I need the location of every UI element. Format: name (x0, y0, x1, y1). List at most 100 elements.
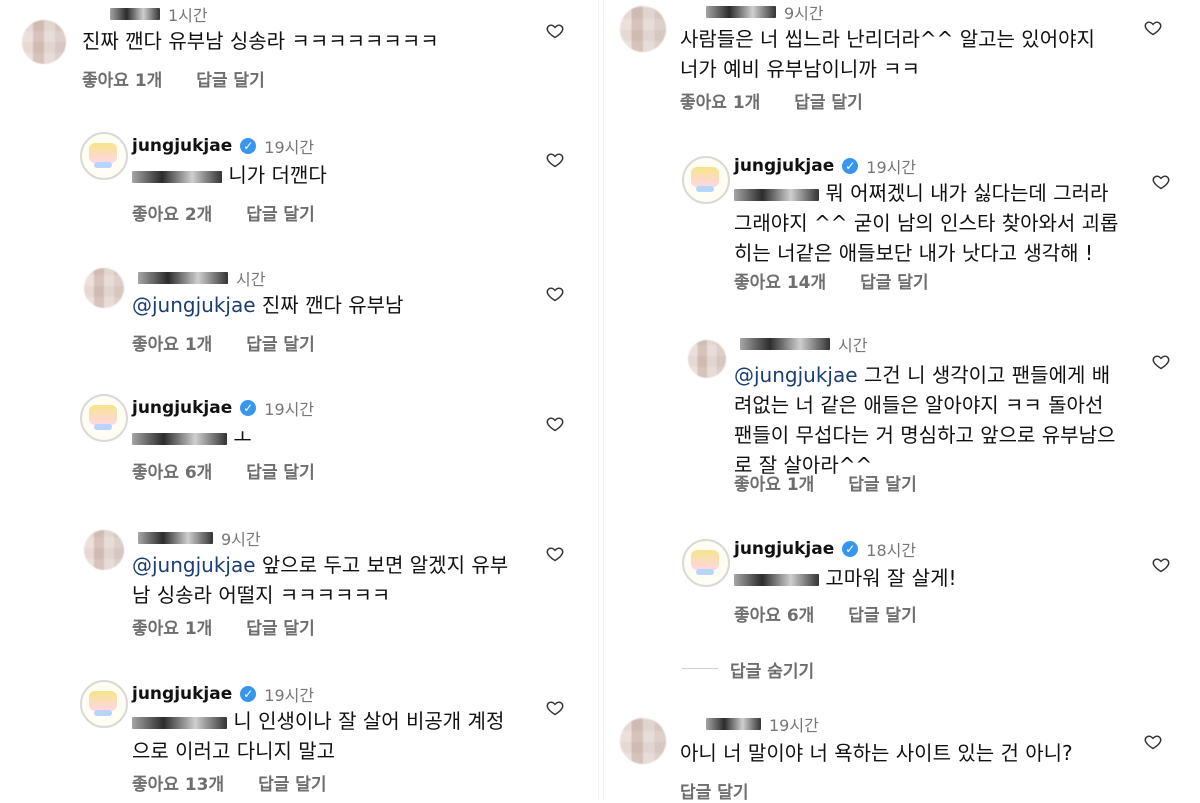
reply-item: jungjukjae ✓ 18시간 고마워 잘 살게! 좋아요 6개 답글 달기 (682, 535, 1192, 635)
likes-count[interactable]: 좋아요 1개 (734, 475, 814, 495)
heart-outline-icon[interactable] (1144, 20, 1162, 36)
heart-outline-icon[interactable] (546, 700, 564, 716)
reply-button[interactable]: 답글 달기 (246, 619, 314, 639)
reply-item: 시간 @jungjukjae 진짜 깬다 유부남 좋아요 1개 답글 달기 (80, 262, 590, 382)
likes-count[interactable]: 좋아요 1개 (132, 335, 212, 355)
reply-item: jungjukjae ✓ 19시간 니 인생이나 잘 살어 비공개 계정으로 이… (80, 676, 590, 800)
reply-item: 9시간 @jungjukjae 앞으로 두고 보면 알겠지 유부남 싱송라 어떨… (80, 522, 590, 652)
likes-count[interactable]: 좋아요 1개 (82, 71, 162, 91)
reply-item: jungjukjae ✓ 19시간 뭐 어쩌겠니 내가 싫다는데 그러라 그래야… (682, 150, 1192, 310)
reply-item: jungjukjae ✓ 19시간 니가 더깬다 좋아요 2개 답글 달기 (80, 128, 590, 248)
heart-outline-icon[interactable] (546, 286, 564, 302)
reply-button[interactable]: 답글 달기 (246, 205, 314, 225)
verified-badge-icon: ✓ (240, 400, 257, 416)
avatar[interactable] (620, 718, 666, 764)
comment-text: 뭐 어쩌겠니 내가 싫다는데 그러라 그래야지 ^^ 굳이 남의 인스타 찾아와… (734, 181, 1119, 265)
comment-actions: 좋아요 1개 답글 달기 (132, 614, 343, 639)
comment-actions: 좋아요 6개 답글 달기 (734, 601, 945, 626)
username-redacted[interactable] (706, 6, 776, 18)
reply-button[interactable]: 답글 달기 (848, 475, 916, 495)
mention-link[interactable]: @jungjukjae (132, 553, 256, 577)
heart-outline-icon[interactable] (546, 23, 564, 39)
comment-time: 시간 (838, 336, 868, 355)
reply-button[interactable]: 답글 달기 (794, 93, 862, 113)
avatar[interactable] (84, 268, 124, 308)
comment-time: 시간 (236, 270, 266, 289)
reply-button[interactable]: 답글 달기 (246, 335, 314, 355)
mention-link[interactable]: @jungjukjae (132, 293, 256, 317)
mention-redacted (734, 188, 819, 201)
username[interactable]: jungjukjae (132, 398, 232, 418)
comment-time: 19시간 (264, 686, 315, 705)
hide-replies-line (682, 668, 718, 669)
avatar[interactable] (682, 539, 730, 587)
comment-item: 1시간 진짜 깬다 유부남 싱송라 ㅋㅋㅋㅋㅋㅋㅋㅋ 좋아요 1개 답글 달기 (22, 0, 592, 100)
likes-count[interactable]: 좋아요 13개 (132, 775, 224, 795)
avatar[interactable] (22, 20, 66, 64)
comment-time: 19시간 (264, 138, 315, 157)
heart-outline-icon[interactable] (1144, 734, 1162, 750)
comment-text: @jungjukjae 진짜 깬다 유부남 (132, 293, 404, 317)
verified-badge-icon: ✓ (240, 138, 257, 154)
comment-text: 아니 너 말이야 너 욕하는 사이트 있는 건 아니? (680, 741, 1073, 765)
mention-link[interactable]: @jungjukjae (734, 363, 858, 387)
mention-redacted (132, 716, 227, 729)
comment-time: 19시간 (264, 400, 315, 419)
mention-redacted (132, 432, 227, 445)
username[interactable]: jungjukjae (734, 156, 834, 176)
reply-button[interactable]: 답글 달기 (860, 273, 928, 293)
mention-redacted (734, 573, 819, 586)
username-redacted[interactable] (706, 718, 761, 730)
comment-item: 19시간 아니 너 말이야 너 욕하는 사이트 있는 건 아니? 답글 달기 (620, 710, 1190, 803)
reply-button[interactable]: 답글 달기 (848, 606, 916, 626)
reply-button[interactable]: 답글 달기 (258, 775, 326, 795)
comment-text: 사람들은 너 씹느라 난리더라^^ 알고는 있어야지 너가 예비 유부남이니까 … (680, 27, 1095, 81)
heart-outline-icon[interactable] (1152, 174, 1170, 190)
likes-count[interactable]: 좋아요 1개 (132, 619, 212, 639)
likes-count[interactable]: 좋아요 6개 (132, 463, 212, 483)
reply-button[interactable]: 답글 달기 (246, 463, 314, 483)
avatar[interactable] (682, 156, 730, 204)
heart-outline-icon[interactable] (1152, 557, 1170, 573)
username-redacted[interactable] (138, 532, 213, 544)
avatar[interactable] (620, 6, 666, 52)
likes-count[interactable]: 좋아요 1개 (680, 93, 760, 113)
username-redacted[interactable] (138, 272, 228, 284)
heart-outline-icon[interactable] (546, 546, 564, 562)
reply-button[interactable]: 답글 달기 (196, 71, 264, 91)
username[interactable]: jungjukjae (132, 136, 232, 156)
comment-text: @jungjukjae 앞으로 두고 보면 알겠지 유부남 싱송라 어떨지 ㅋㅋ… (132, 553, 509, 607)
comment-time: 9시간 (221, 530, 261, 549)
reply-item: jungjukjae ✓ 19시간 ㅗ 좋아요 6개 답글 달기 (80, 390, 590, 510)
comment-item: 9시간 사람들은 너 씹느라 난리더라^^ 알고는 있어야지 너가 예비 유부남… (620, 0, 1190, 120)
comment-actions: 좋아요 1개 답글 달기 (132, 330, 343, 355)
username-redacted[interactable] (740, 338, 830, 350)
avatar[interactable] (84, 530, 124, 570)
comment-text: @jungjukjae 그건 니 생각이고 팬들에게 배려없는 너 같은 애들은… (734, 363, 1116, 477)
likes-count[interactable]: 좋아요 6개 (734, 606, 814, 626)
comment-actions: 좋아요 14개 답글 달기 (734, 268, 957, 293)
verified-badge-icon: ✓ (842, 158, 859, 174)
likes-count[interactable]: 좋아요 14개 (734, 273, 826, 293)
verified-badge-icon: ✓ (842, 541, 859, 557)
username[interactable]: jungjukjae (132, 684, 232, 704)
avatar[interactable] (80, 394, 128, 442)
hide-replies-button[interactable]: 답글 숨기기 (730, 657, 814, 682)
avatar[interactable] (80, 680, 128, 728)
avatar[interactable] (80, 132, 128, 180)
reply-item: 시간 @jungjukjae 그건 니 생각이고 팬들에게 배려없는 너 같은 … (682, 332, 1192, 507)
reply-button[interactable]: 답글 달기 (680, 783, 748, 803)
heart-outline-icon[interactable] (546, 152, 564, 168)
likes-count[interactable]: 좋아요 2개 (132, 205, 212, 225)
comment-text: ㅗ (132, 422, 542, 452)
comment-actions: 좋아요 1개 답글 달기 (82, 66, 293, 91)
comment-text: 고마워 잘 살게! (734, 563, 1124, 593)
comment-text: 진짜 깬다 유부남 싱송라 ㅋㅋㅋㅋㅋㅋㅋㅋ (82, 29, 439, 53)
avatar[interactable] (688, 340, 726, 378)
username-redacted[interactable] (110, 8, 160, 20)
heart-outline-icon[interactable] (546, 416, 564, 432)
comment-actions: 답글 달기 (680, 778, 776, 803)
username[interactable]: jungjukjae (734, 539, 834, 559)
heart-outline-icon[interactable] (1152, 354, 1170, 370)
comment-actions: 좋아요 1개 답글 달기 (680, 88, 891, 113)
